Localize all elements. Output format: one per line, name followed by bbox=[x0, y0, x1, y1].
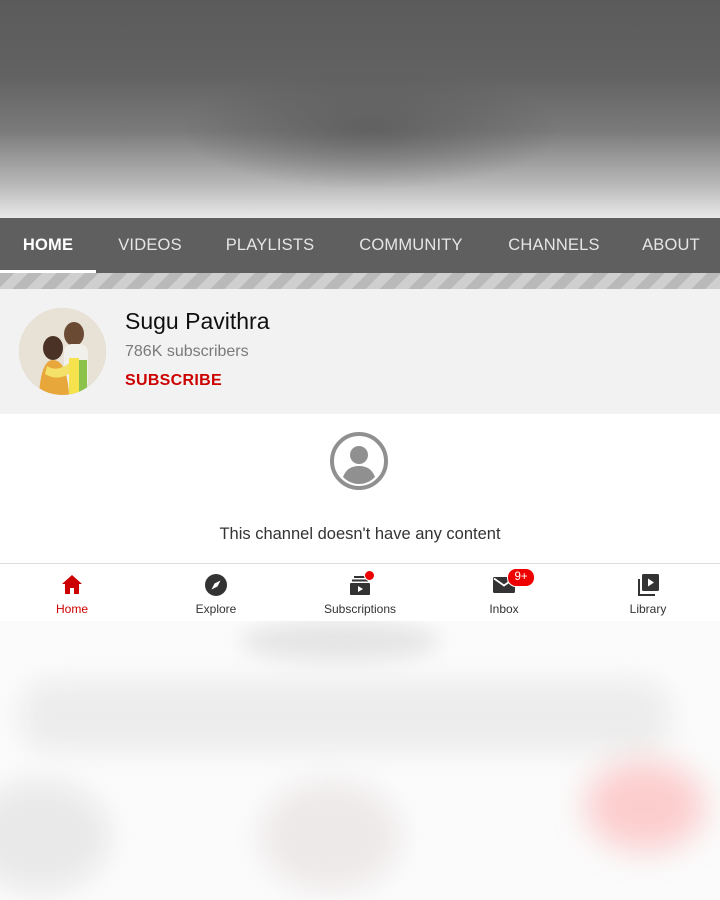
library-icon bbox=[638, 574, 659, 596]
mail-icon-wrap: 9+ bbox=[491, 568, 535, 598]
tab-channels[interactable]: CHANNELS bbox=[486, 218, 622, 273]
inbox-badge: 9+ bbox=[507, 568, 535, 587]
tab-home[interactable]: HOME bbox=[0, 218, 96, 273]
subscribe-button[interactable]: SUBSCRIBE bbox=[125, 372, 222, 390]
channel-tabs: HOME VIDEOS PLAYLISTS COMMUNITY CHANNELS… bbox=[0, 218, 720, 273]
channel-name: Sugu Pavithra bbox=[125, 308, 270, 334]
blurred-shape bbox=[260, 781, 400, 891]
channel-banner bbox=[0, 0, 720, 218]
bottom-navigation: Home Explore Subscriptions 9+ Inbox Libr… bbox=[0, 564, 720, 621]
blurred-shape bbox=[240, 621, 440, 661]
nav-home[interactable]: Home bbox=[0, 564, 144, 621]
nav-inbox[interactable]: 9+ Inbox bbox=[432, 564, 576, 621]
channel-avatar[interactable] bbox=[19, 308, 106, 395]
nav-inbox-label: Inbox bbox=[489, 602, 519, 616]
nav-library-label: Library bbox=[629, 602, 667, 616]
nav-library[interactable]: Library bbox=[576, 564, 720, 621]
home-icon bbox=[62, 575, 82, 594]
new-content-dot bbox=[364, 570, 375, 581]
tab-about[interactable]: ABOUT bbox=[622, 218, 720, 273]
tab-videos[interactable]: VIDEOS bbox=[96, 218, 204, 273]
empty-state: This channel doesn't have any content bbox=[0, 414, 720, 564]
tab-community[interactable]: COMMUNITY bbox=[336, 218, 486, 273]
nav-subscriptions[interactable]: Subscriptions bbox=[288, 564, 432, 621]
nav-home-label: Home bbox=[55, 602, 88, 616]
subscriptions-icon-wrap bbox=[347, 570, 375, 598]
nav-subscriptions-label: Subscriptions bbox=[323, 602, 397, 616]
subscriber-count: 786K subscribers bbox=[125, 343, 249, 360]
tab-playlists[interactable]: PLAYLISTS bbox=[204, 218, 336, 273]
account-circle-icon bbox=[330, 432, 388, 490]
banner-image bbox=[180, 70, 560, 190]
channel-header: Sugu Pavithra 786K subscribers SUBSCRIBE bbox=[0, 289, 720, 414]
blurred-shape bbox=[0, 781, 110, 891]
avatar-photo bbox=[19, 308, 106, 395]
blurred-background-content bbox=[0, 621, 720, 900]
empty-state-message: This channel doesn't have any content bbox=[219, 525, 501, 543]
banner-pattern-strip bbox=[0, 273, 720, 289]
blurred-shape bbox=[20, 681, 670, 751]
compass-icon bbox=[205, 574, 227, 596]
nav-explore[interactable]: Explore bbox=[144, 564, 288, 621]
nav-explore-label: Explore bbox=[195, 602, 237, 616]
blurred-shape bbox=[585, 761, 705, 851]
